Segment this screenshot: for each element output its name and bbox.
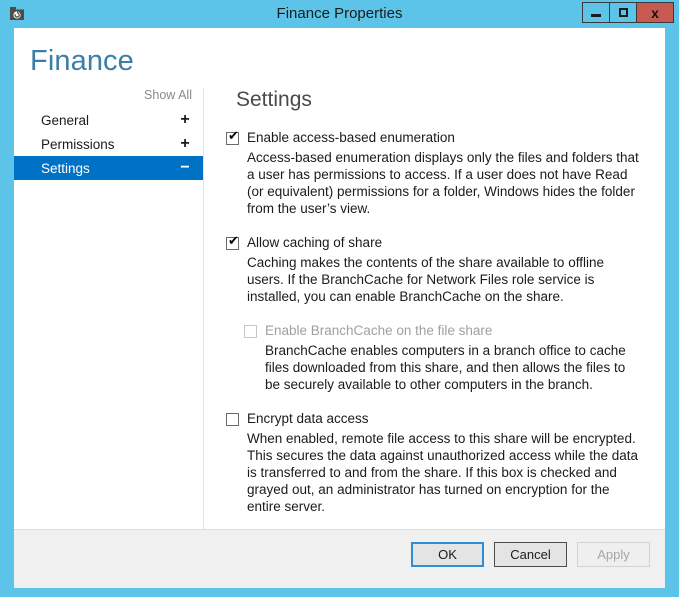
expand-icon: +: [180, 135, 190, 152]
checkbox-row[interactable]: ✔ Enable access-based enumeration: [226, 130, 646, 146]
enable-branchcache-checkbox: [244, 325, 257, 338]
collapse-icon: −: [180, 159, 190, 176]
settings-pane: Settings ✔ Enable access-based enumerati…: [226, 88, 646, 526]
apply-button: Apply: [577, 542, 650, 567]
close-icon: x: [651, 4, 659, 21]
expand-icon: +: [180, 111, 190, 128]
sidebar-item-general[interactable]: General +: [14, 108, 203, 132]
checkbox-label: Enable access-based enumeration: [247, 130, 455, 145]
checkbox-label: Enable BranchCache on the file share: [265, 323, 493, 338]
minimize-button[interactable]: [582, 2, 610, 23]
option-encrypt-data-access: Encrypt data access When enabled, remote…: [226, 411, 646, 515]
minimize-icon: [591, 13, 601, 17]
settings-navigation: Show All General + Permissions + Setting…: [14, 88, 203, 180]
sidebar-item-label: General: [41, 112, 90, 128]
cancel-button[interactable]: Cancel: [494, 542, 567, 567]
vertical-divider: [203, 88, 204, 529]
check-icon: ✔: [228, 234, 239, 249]
dialog-client-area: Finance Show All General + Permissions +…: [14, 28, 665, 588]
section-title: Settings: [236, 88, 312, 111]
checkbox-row: Enable BranchCache on the file share: [226, 323, 646, 339]
footer-button-group: OK Cancel Apply: [411, 542, 650, 567]
encrypt-data-access-checkbox[interactable]: [226, 413, 239, 426]
window-controls: x: [582, 2, 674, 23]
sidebar-item-permissions[interactable]: Permissions +: [14, 132, 203, 156]
checkbox-row[interactable]: ✔ Allow caching of share: [226, 235, 646, 251]
maximize-icon: [618, 8, 628, 17]
page-title: Finance: [30, 45, 134, 77]
checkbox-row[interactable]: Encrypt data access: [226, 411, 646, 427]
sidebar-item-label: Permissions: [41, 136, 115, 152]
check-icon: ✔: [228, 129, 239, 144]
title-bar: Finance Properties x: [0, 0, 679, 28]
window-title: Finance Properties: [276, 5, 403, 22]
dialog-footer: OK Cancel Apply: [14, 529, 665, 588]
checkbox-label: Allow caching of share: [247, 235, 383, 250]
option-enable-branchcache: Enable BranchCache on the file share Bra…: [226, 323, 646, 393]
sidebar-item-label: Settings: [41, 160, 90, 176]
properties-window: Finance Properties x Finance Show All Ge…: [0, 0, 679, 597]
checkbox-label: Encrypt data access: [247, 411, 369, 426]
sidebar-item-settings[interactable]: Settings −: [14, 156, 203, 180]
option-description: Access-based enumeration displays only t…: [247, 150, 639, 216]
option-description: BranchCache enables computers in a branc…: [265, 343, 626, 392]
maximize-button[interactable]: [609, 2, 637, 23]
enable-access-based-enumeration-checkbox[interactable]: ✔: [226, 129, 239, 145]
option-description: When enabled, remote file access to this…: [247, 431, 638, 514]
close-button[interactable]: x: [636, 2, 674, 23]
allow-caching-of-share-checkbox[interactable]: ✔: [226, 234, 239, 250]
show-all-label[interactable]: Show All: [14, 88, 203, 108]
option-enable-access-based-enumeration: ✔ Enable access-based enumeration Access…: [226, 130, 646, 217]
option-description: Caching makes the contents of the share …: [247, 255, 604, 304]
option-allow-caching-of-share: ✔ Allow caching of share Caching makes t…: [226, 235, 646, 305]
ok-button[interactable]: OK: [411, 542, 484, 567]
